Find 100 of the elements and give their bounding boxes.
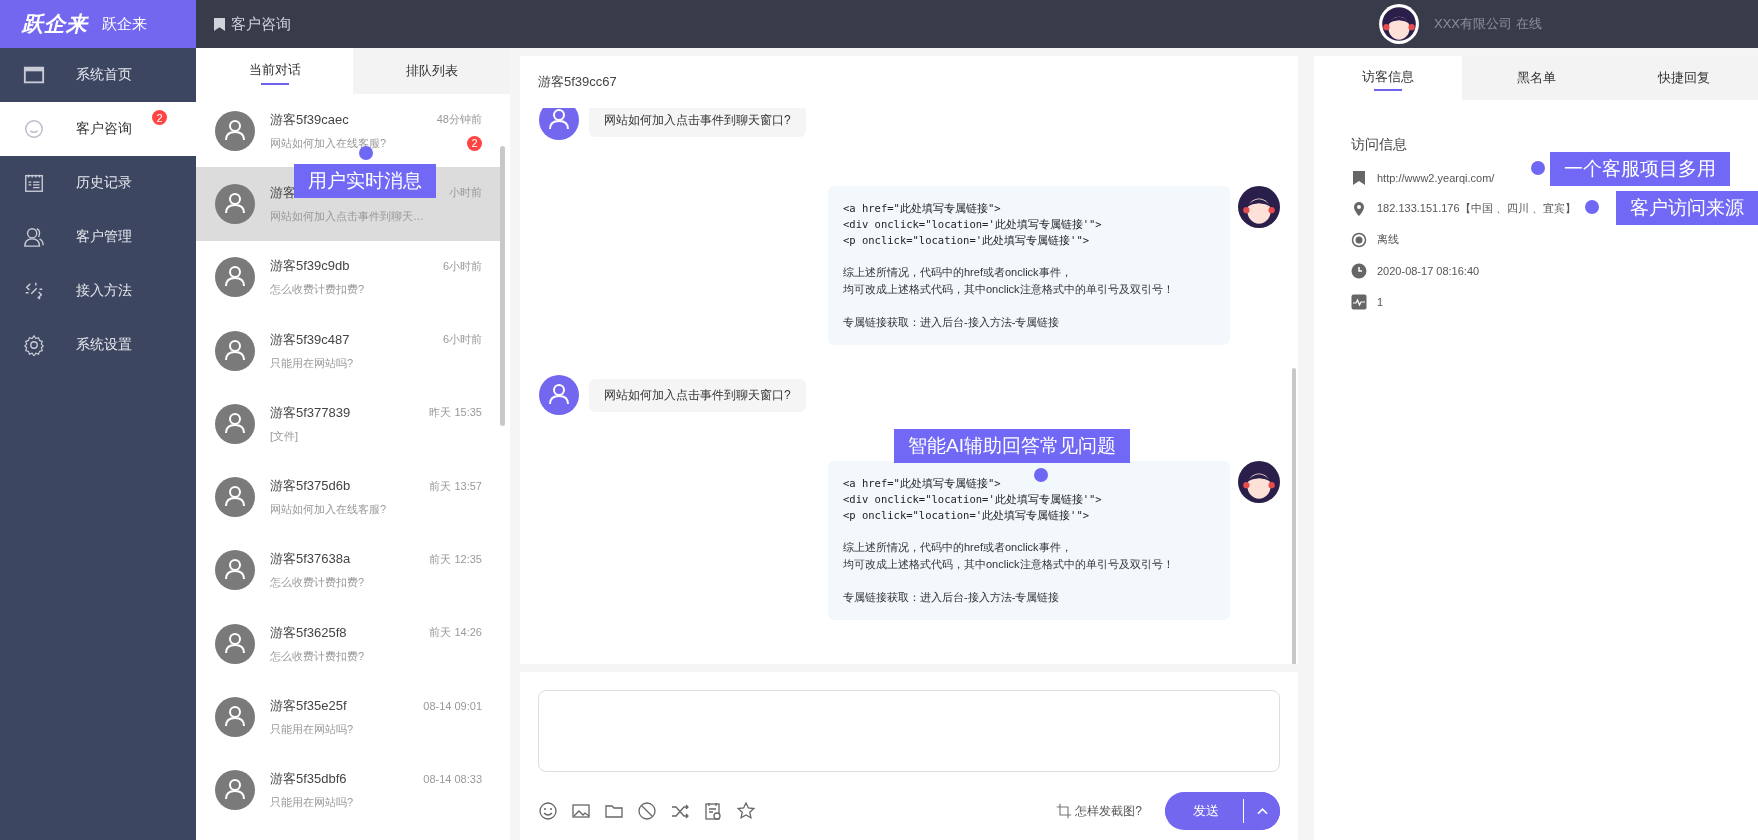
user-avatar-icon xyxy=(215,477,255,518)
message-time: 08-14 09:01 xyxy=(423,700,482,712)
users-icon xyxy=(23,226,45,248)
bookmark-icon xyxy=(1351,169,1367,186)
window-icon xyxy=(23,64,45,86)
nav-item[interactable]: 系统首页 xyxy=(0,48,196,102)
radio-icon xyxy=(1351,231,1367,248)
conversation-item[interactable]: 游客5f39c487 6小时前 只能用在网站吗? xyxy=(196,313,500,388)
nav-item[interactable]: 接入方法 xyxy=(0,264,196,318)
message-text: 专属链接获取：进入后台-接入方法-专属链接 xyxy=(843,590,1061,605)
message-time: 6小时前 xyxy=(442,332,482,348)
caret-icon xyxy=(1256,807,1268,815)
user-avatar-icon xyxy=(215,330,255,371)
message-time: 48分钟前 xyxy=(436,112,482,128)
conversation-item[interactable]: 游客5f35dbf6 08-14 08:33 只能用在网站吗? xyxy=(196,753,500,827)
gear-icon xyxy=(23,334,45,356)
conversation-item[interactable]: 游客5f3625f8 前天 14:26 怎么收费计费扣费? xyxy=(196,607,500,681)
visitor-name: 游客5f3625f8 xyxy=(270,623,347,642)
message-input[interactable] xyxy=(538,690,1280,772)
account-status: XXX有限公司 在线 xyxy=(1434,15,1542,33)
unread-badge: 2 xyxy=(152,110,167,125)
message-preview: 只能用在网站吗? xyxy=(270,355,354,371)
message-time: 前天 12:35 xyxy=(429,551,482,567)
message-time: 6小时前 xyxy=(442,258,482,274)
conversation-item[interactable]: 游客5f39c9db 6小时前 怎么收费计费扣费? xyxy=(196,240,500,314)
nav-item[interactable]: 历史记录 xyxy=(0,156,196,210)
nav-item[interactable]: 客户咨询 2 xyxy=(0,102,196,156)
visitor-name: 游客5f37638a xyxy=(270,550,351,569)
block-icon[interactable] xyxy=(637,801,657,821)
tab[interactable]: 快捷回复 xyxy=(1610,56,1758,100)
user-avatar-icon xyxy=(215,403,255,444)
message-time: 08-14 08:33 xyxy=(423,773,482,786)
unread-badge: 2 xyxy=(467,135,482,151)
nav-item[interactable]: 客户管理 xyxy=(0,210,196,264)
message-text: 专属链接获取：进入后台-接入方法-专属链接 xyxy=(843,315,1061,330)
visitor-name: 游客5f35e25f xyxy=(270,697,347,715)
conversation-item[interactable]: 游客5f377839 昨天 15:35 [文件] xyxy=(196,387,500,461)
user-avatar-icon xyxy=(215,623,255,664)
message-preview: 怎么收费计费扣费? xyxy=(270,575,365,591)
nav-item[interactable]: 系统设置 xyxy=(0,318,196,372)
message-time: 昨天 15:35 xyxy=(429,405,482,421)
message-preview: 怎么收费计费扣费? xyxy=(270,648,365,664)
conversation-item[interactable]: 游客5f35e25f 08-14 09:01 只能用在网站吗? xyxy=(196,680,500,754)
message-text: 综上述所情况，代码中的href或者onclick事件， 均可改成上述格式代码，其中onclick注意格式中的单引号及双引号！ xyxy=(843,540,1175,572)
visitor-name: 游客5f375d6b xyxy=(270,477,351,496)
code-snippet: <a href="此处填写专属链接"> <div onclick="location='此处填写专属链接'"> <p onclick="location='此处填写专属链接'"> xyxy=(843,201,1103,248)
emoji-icon[interactable] xyxy=(538,801,558,821)
visitor-name: 游客5f35dbf6 xyxy=(270,770,347,789)
visitor-name: 游客5f39caec xyxy=(270,110,349,129)
info-value: 1 xyxy=(1377,295,1384,308)
crop-icon xyxy=(1056,803,1073,819)
scrollbar[interactable] xyxy=(500,146,505,426)
info-value: http://www2.yearqi.com/ xyxy=(1377,171,1495,184)
user-avatar-icon xyxy=(215,183,255,224)
message-time: 前天 13:57 xyxy=(429,478,482,494)
scrollbar[interactable] xyxy=(1292,368,1296,664)
message-time: 前天 14:26 xyxy=(429,625,482,641)
message-bubble: 网站如何加入点击事件到聊天窗口? xyxy=(589,378,806,412)
tab[interactable]: 黑名单 xyxy=(1462,56,1610,100)
visitor-name: 游客5f39c9db xyxy=(270,257,350,276)
conversation-item[interactable]: 游客5f375d6b 前天 13:57 网站如何加入在线客服? xyxy=(196,460,500,534)
user-avatar-icon xyxy=(215,110,255,151)
list-icon xyxy=(23,172,45,194)
brand-name: 跃企来 xyxy=(102,14,147,34)
user-avatar-icon xyxy=(215,697,255,737)
calendar-icon[interactable] xyxy=(703,801,723,821)
message-preview: [文件] xyxy=(270,428,299,444)
visitor-name: 游客5f39c487 xyxy=(270,330,350,349)
message-time: 小时前 xyxy=(449,185,482,201)
bookmark-icon xyxy=(214,17,225,31)
smile-icon xyxy=(23,118,45,140)
message-bubble: 网站如何加入点击事件到聊天窗口? xyxy=(589,108,806,137)
section-heading: 访问信息 xyxy=(1351,136,1408,154)
pin-icon xyxy=(1351,200,1367,217)
message-preview: 只能用在网站吗? xyxy=(270,795,354,811)
annotation-tooltip: 一个客服项目多用 xyxy=(1550,152,1730,186)
agent-avatar-icon xyxy=(1238,186,1280,228)
annotation-tooltip: 智能AI辅助回答常见问题 xyxy=(894,429,1130,463)
avatar-icon[interactable] xyxy=(1378,3,1420,45)
message-preview: 只能用在网站吗? xyxy=(270,722,354,737)
star-icon[interactable] xyxy=(736,801,756,821)
page-title: 客户咨询 xyxy=(231,14,291,34)
clock-icon xyxy=(1351,262,1367,279)
visitor-name: 游客 xyxy=(270,183,296,202)
user-avatar-icon xyxy=(215,257,255,298)
conversation-item[interactable]: 游客5f37638a 前天 12:35 怎么收费计费扣费? xyxy=(196,533,500,608)
code-snippet: <a href="此处填写专属链接"> <div onclick="location='此处填写专属链接'"> <p onclick="location='此处填写专属链接'"> xyxy=(843,476,1103,523)
tab[interactable]: 排队列表 xyxy=(353,48,510,94)
user-avatar-icon xyxy=(215,770,255,811)
send-button[interactable]: 发送 xyxy=(1165,799,1244,823)
screenshot-help-link[interactable]: 怎样发截图? xyxy=(1075,802,1142,820)
image-icon[interactable] xyxy=(571,801,591,821)
link-icon xyxy=(23,280,45,302)
message-text: 综上述所情况，代码中的href或者onclick事件， 均可改成上述格式代码，其中onclick注意格式中的单引号及双引号！ xyxy=(843,265,1175,297)
visitor-name: 游客5f377839 xyxy=(270,403,351,422)
info-value: 离线 xyxy=(1377,232,1399,247)
annotation-tooltip: 用户实时消息 xyxy=(294,164,436,198)
logo: 跃企来 xyxy=(22,11,88,37)
message-preview: 网站如何加入在线客服? xyxy=(270,502,387,518)
annotation-tooltip: 客户访问来源 xyxy=(1616,191,1758,225)
